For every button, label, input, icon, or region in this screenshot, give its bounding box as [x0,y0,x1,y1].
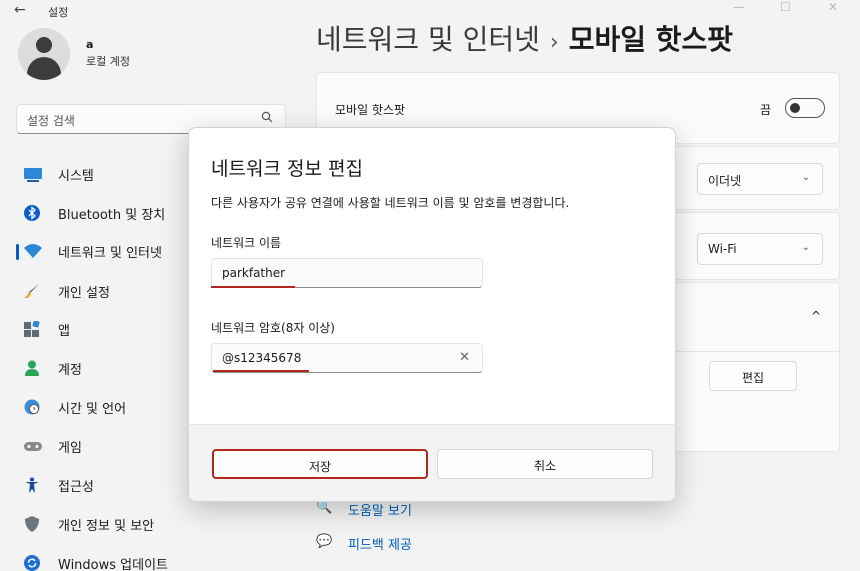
save-button[interactable]: 저장 [212,449,428,479]
name-highlight [211,286,295,288]
cancel-button[interactable]: 취소 [437,449,653,479]
network-password-label: 네트워크 암호(8자 이상) [211,321,335,335]
network-password-value: @s12345678 [222,351,302,365]
network-password-field[interactable]: @s12345678 ✕ [211,343,483,373]
network-name-field[interactable]: parkfather [211,258,483,288]
clear-icon[interactable]: ✕ [459,350,470,365]
network-name-value: parkfather [222,266,286,280]
dialog-description: 다른 사용자가 공유 연결에 사용할 네트워크 이름 및 암호를 변경합니다. [211,196,570,210]
dialog-title: 네트워크 정보 편집 [211,158,363,180]
network-name-label: 네트워크 이름 [211,236,282,250]
edit-network-dialog: 네트워크 정보 편집 다른 사용자가 공유 연결에 사용할 네트워크 이름 및 … [188,127,676,502]
password-highlight [213,370,309,372]
